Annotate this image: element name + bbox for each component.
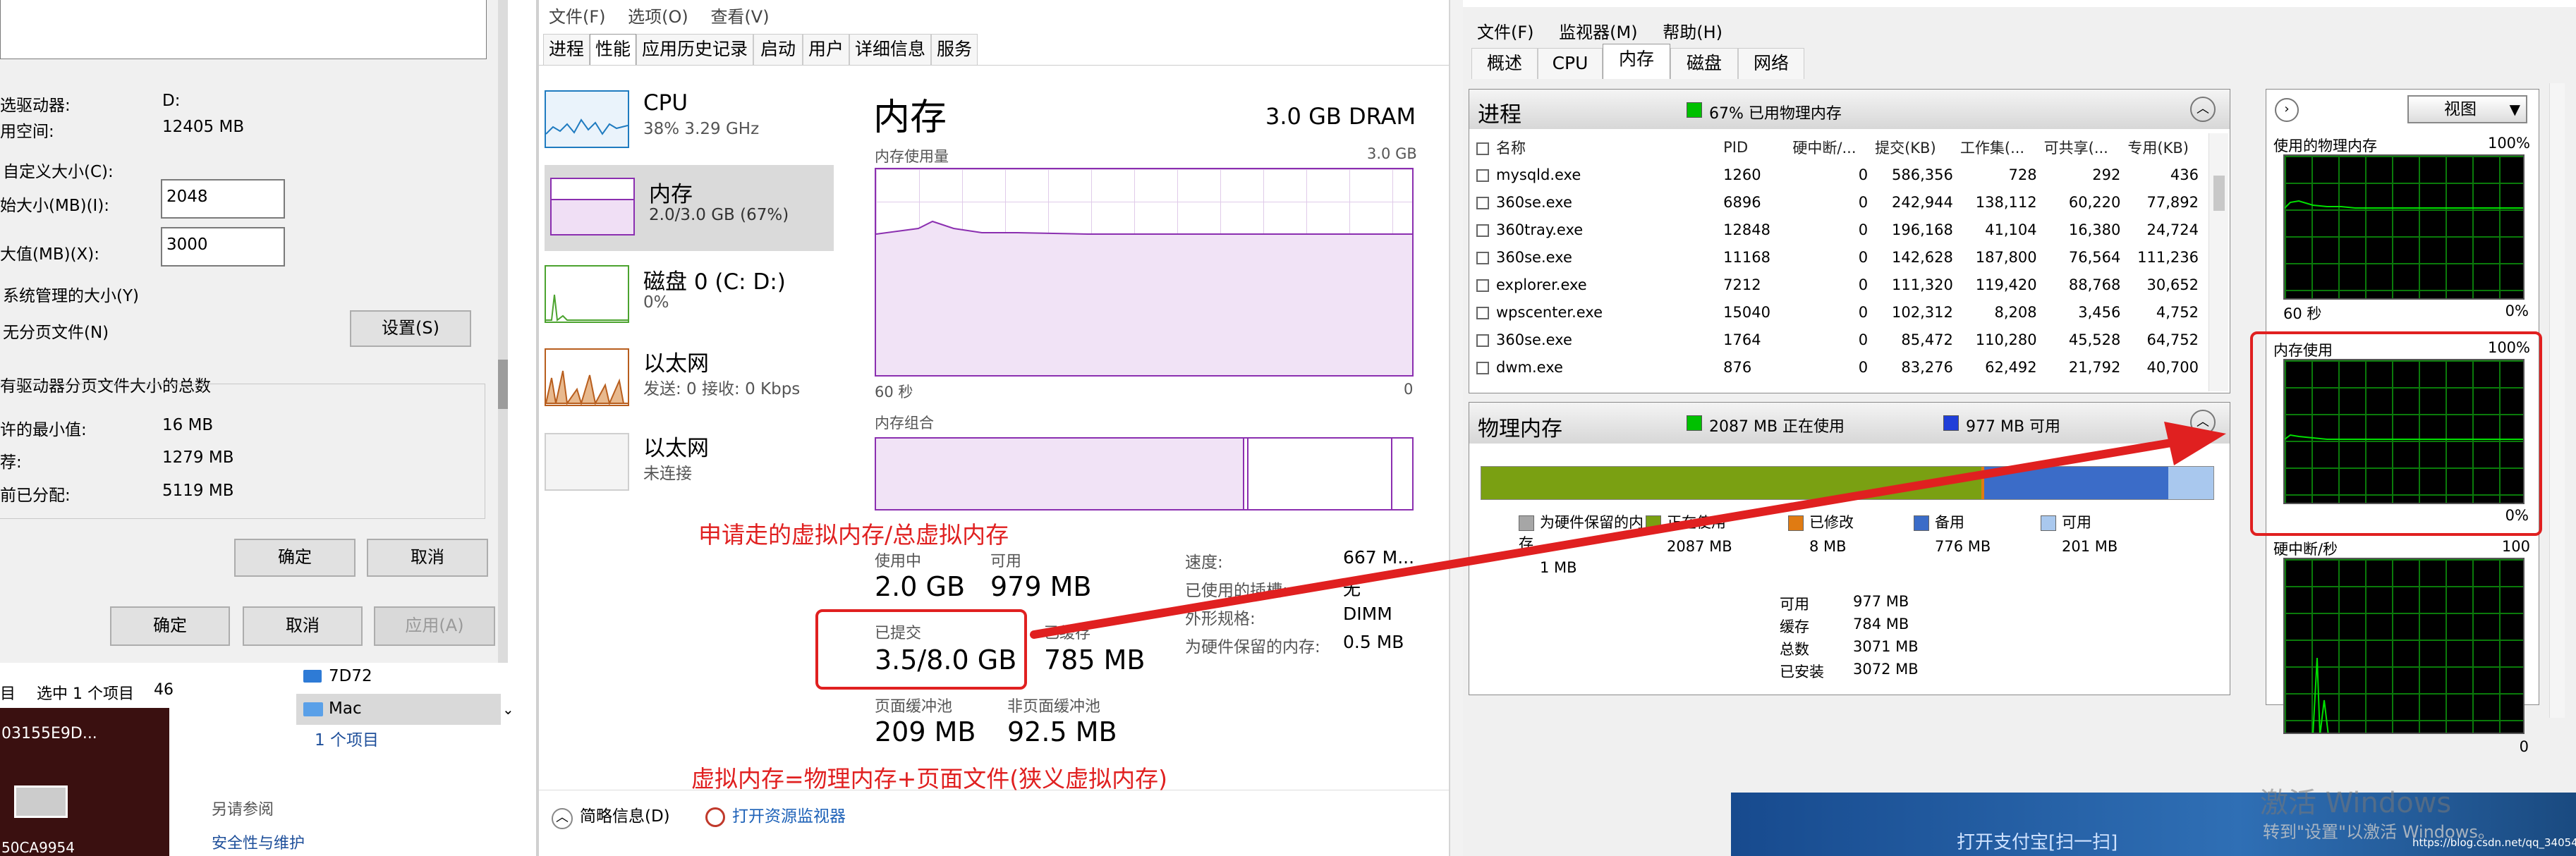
annotation-arrow [1030,422,2226,639]
